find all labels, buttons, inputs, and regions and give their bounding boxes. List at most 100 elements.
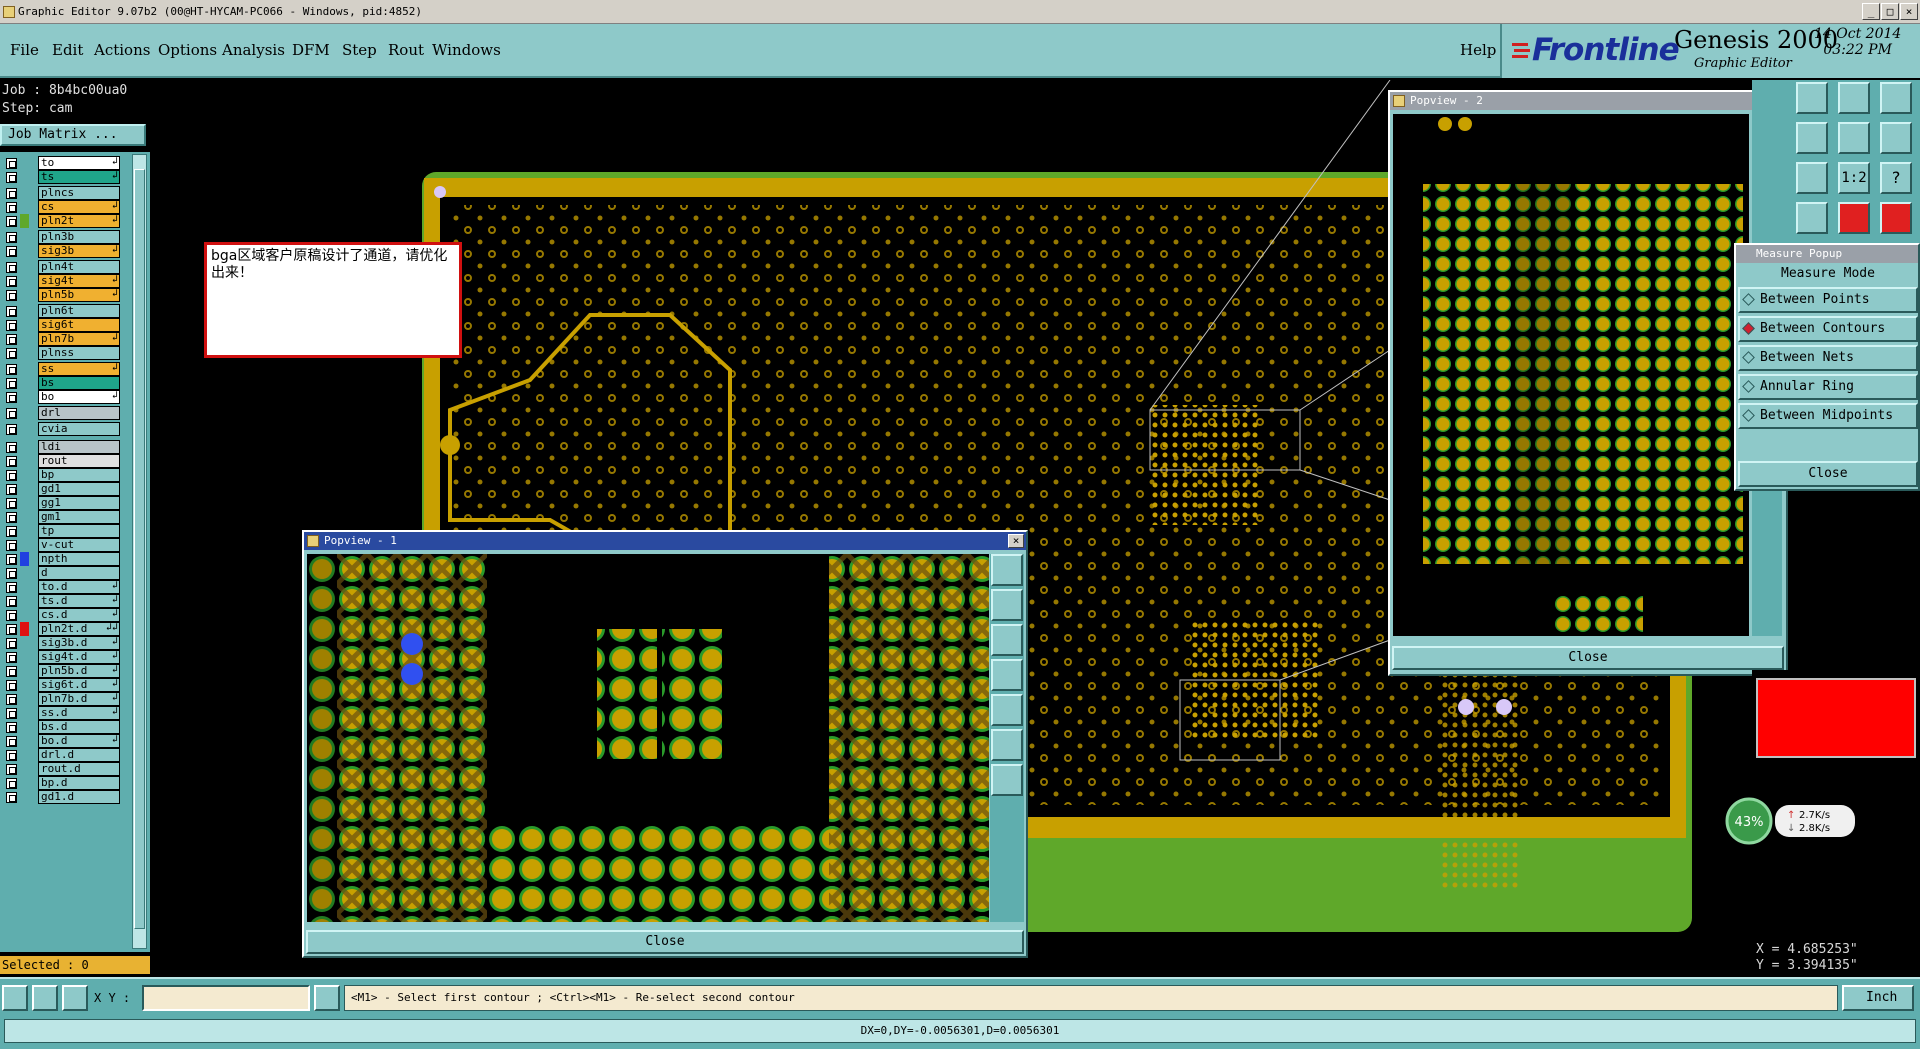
layer-checkbox[interactable]: [6, 232, 17, 243]
layer-checkbox[interactable]: [6, 306, 17, 317]
popview-1-close-icon[interactable]: ×: [1008, 534, 1024, 548]
layer-name[interactable]: bo.d: [38, 734, 120, 748]
annotation-note[interactable]: bga区域客户原稿设计了通道，请优化出来！: [204, 242, 462, 358]
layer-checkbox[interactable]: [6, 424, 17, 435]
measure-popup-titlebar[interactable]: Measure Popup: [1736, 245, 1918, 263]
layer-name[interactable]: drl: [38, 406, 120, 420]
measure-option-between-midpoints[interactable]: Between Midpoints: [1738, 403, 1918, 429]
layer-row[interactable]: npth: [2, 552, 120, 566]
layer-row[interactable]: rout: [2, 454, 120, 468]
layer-checkbox[interactable]: [6, 290, 17, 301]
ratio-button[interactable]: 1:2: [1838, 162, 1870, 194]
layer-row[interactable]: cs.d ↲: [2, 608, 120, 622]
popview-1-titlebar[interactable]: Popview - 1 ×: [304, 532, 1026, 550]
layer-checkbox[interactable]: [6, 158, 17, 169]
layer-name[interactable]: to: [38, 156, 120, 170]
popview-1-close-button[interactable]: Close: [306, 930, 1024, 954]
grid-icon[interactable]: [62, 985, 88, 1011]
pan-icon[interactable]: [1796, 122, 1828, 154]
layer-name[interactable]: bo: [38, 390, 120, 404]
menu-actions[interactable]: Actions: [94, 41, 150, 59]
layer-checkbox[interactable]: [6, 246, 17, 257]
layer-scrollbar[interactable]: [132, 154, 147, 949]
layer-checkbox[interactable]: [6, 188, 17, 199]
layer-name[interactable]: sig6t.d: [38, 678, 120, 692]
popview-2-close-button[interactable]: Close: [1392, 646, 1784, 670]
layer-checkbox[interactable]: [6, 334, 17, 345]
layer-checkbox[interactable]: [6, 470, 17, 481]
layer-row[interactable]: plnss: [2, 346, 120, 360]
layer-checkbox[interactable]: [6, 392, 17, 403]
layer-row[interactable]: pln7b.d ↲: [2, 692, 120, 706]
close-button[interactable]: ×: [1900, 3, 1918, 20]
layer-row[interactable]: sig3b ↲: [2, 244, 120, 258]
layer-checkbox[interactable]: [6, 276, 17, 287]
layer-checkbox[interactable]: [6, 764, 17, 775]
layer-name[interactable]: sig6t: [38, 318, 120, 332]
layer-row[interactable]: to ↲: [2, 156, 120, 170]
layer-row[interactable]: sig4t.d ↲: [2, 650, 120, 664]
layer-checkbox[interactable]: [6, 378, 17, 389]
layer-checkbox[interactable]: [6, 554, 17, 565]
layer-name[interactable]: bs.d: [38, 720, 120, 734]
layer-name[interactable]: sig3b: [38, 244, 120, 258]
layer-checkbox[interactable]: [6, 526, 17, 537]
zoom-out-icon[interactable]: [991, 589, 1023, 621]
layer-checkbox[interactable]: [6, 172, 17, 183]
home-icon[interactable]: [1838, 82, 1870, 114]
center-icon[interactable]: [1796, 162, 1828, 194]
layer-name[interactable]: ss.d: [38, 706, 120, 720]
layer-checkbox[interactable]: [6, 202, 17, 213]
snap-icon[interactable]: [1880, 122, 1912, 154]
menu-windows[interactable]: Windows: [432, 41, 501, 59]
layer-row[interactable]: ss.d ↲: [2, 706, 120, 720]
snap-icon[interactable]: [32, 985, 58, 1011]
window-icon[interactable]: [1880, 82, 1912, 114]
layer-checkbox[interactable]: [6, 216, 17, 227]
layer-row[interactable]: pln5b.d ↲: [2, 664, 120, 678]
layer-name[interactable]: pln5b.d: [38, 664, 120, 678]
layer-checkbox[interactable]: [6, 680, 17, 691]
zoom-home-icon[interactable]: [991, 624, 1023, 656]
layer-name[interactable]: rout.d: [38, 762, 120, 776]
layer-name[interactable]: sig3b.d: [38, 636, 120, 650]
layer-checkbox[interactable]: [6, 408, 17, 419]
layer-checkbox[interactable]: [6, 638, 17, 649]
layer-checkbox[interactable]: [6, 694, 17, 705]
menu-options[interactable]: Options: [158, 41, 217, 59]
layer-row[interactable]: cs ↲: [2, 200, 120, 214]
layer-row[interactable]: bs: [2, 376, 120, 390]
layer-row[interactable]: bo ↲: [2, 390, 120, 404]
layer-name[interactable]: sig4t.d: [38, 650, 120, 664]
menu-file[interactable]: File: [10, 41, 39, 59]
popview-2-canvas[interactable]: [1393, 114, 1749, 636]
layer-name[interactable]: to.d: [38, 580, 120, 594]
layer-checkbox[interactable]: [6, 736, 17, 747]
layer-name[interactable]: pln6t: [38, 304, 120, 318]
layer-name[interactable]: plnss: [38, 346, 120, 360]
layer-name[interactable]: pln7b: [38, 332, 120, 346]
layer-row[interactable]: sig6t.d ↲: [2, 678, 120, 692]
layer-row[interactable]: bp.d: [2, 776, 120, 790]
layer-name[interactable]: ts: [38, 170, 120, 184]
layer-row[interactable]: bo.d ↲: [2, 734, 120, 748]
layer-row[interactable]: pln6t: [2, 304, 120, 318]
layer-row[interactable]: d: [2, 566, 120, 580]
scroll-thumb[interactable]: [134, 169, 145, 929]
menu-step[interactable]: Step: [342, 41, 377, 59]
layer-checkbox[interactable]: [6, 320, 17, 331]
layer-checkbox[interactable]: [6, 610, 17, 621]
layer-checkbox[interactable]: [6, 722, 17, 733]
layer-row[interactable]: gd1: [2, 482, 120, 496]
layer-checkbox[interactable]: [6, 750, 17, 761]
layer-row[interactable]: sig6t: [2, 318, 120, 332]
measure-option-between-points[interactable]: Between Points: [1738, 287, 1918, 313]
layer-checkbox[interactable]: [6, 364, 17, 375]
layer-row[interactable]: pln4t: [2, 260, 120, 274]
layer-row[interactable]: gd1.d: [2, 790, 120, 804]
layer-checkbox[interactable]: [6, 498, 17, 509]
layer-name[interactable]: d: [38, 566, 120, 580]
layer-name[interactable]: bp.d: [38, 776, 120, 790]
layer-checkbox[interactable]: [6, 348, 17, 359]
layer-row[interactable]: pln7b ↲: [2, 332, 120, 346]
